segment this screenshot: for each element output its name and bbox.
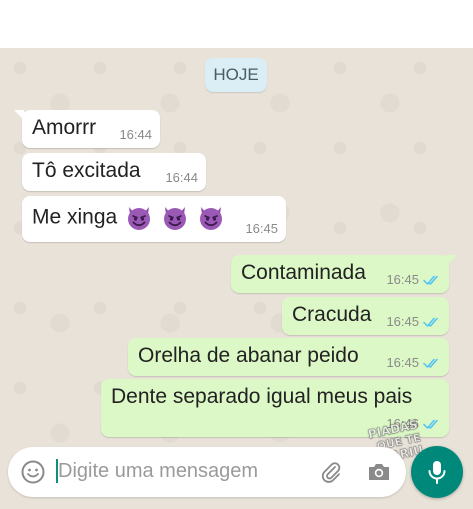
smiling-devil-emoji — [199, 207, 222, 230]
camera-icon[interactable] — [366, 459, 392, 485]
message-meta: 16:44 — [119, 127, 152, 142]
message-bubble-incoming[interactable]: Me xinga 16:45 — [22, 196, 286, 242]
message-time: 16:45 — [386, 272, 419, 287]
message-text: Amorrr — [32, 116, 97, 139]
message-text: Cracuda — [292, 303, 372, 326]
message-meta: 16:45 — [386, 314, 441, 329]
message-time: 16:45 — [386, 314, 419, 329]
message-time: 16:45 — [245, 221, 278, 236]
message-text: Contaminada — [241, 261, 366, 284]
message-meta: 16:45 — [245, 221, 278, 236]
message-text-row: Me xinga — [32, 204, 225, 232]
message-bubble-outgoing[interactable]: Contaminada 16:45 — [231, 255, 457, 293]
message-text: Tô excitada — [32, 159, 141, 182]
message-bubble-incoming[interactable]: Amorrr 16:44 — [14, 110, 160, 148]
microphone-icon — [428, 461, 446, 484]
message-bubble-outgoing[interactable]: Orelha de abanar peido 16:45 — [128, 338, 449, 376]
message-text: Dente separado igual meus pais — [111, 385, 413, 408]
bubble-tail — [14, 110, 24, 120]
mic-button[interactable] — [411, 446, 463, 498]
message-input-placeholder[interactable]: Digite uma mensagem — [58, 460, 258, 483]
message-time: 16:44 — [119, 127, 152, 142]
bubble-tail — [447, 255, 457, 265]
date-chip: HOJE — [205, 58, 267, 92]
emoji-icon[interactable] — [20, 459, 46, 485]
double-check-icon — [423, 317, 438, 327]
paperclip-icon[interactable] — [318, 459, 344, 485]
double-check-icon — [423, 358, 438, 368]
message-time: 16:44 — [165, 170, 198, 185]
message-bubble-outgoing[interactable]: Cracuda 16:45 — [282, 297, 449, 335]
message-meta: 16:44 — [165, 170, 198, 185]
message-input-bar[interactable]: Digite uma mensagem — [8, 447, 406, 497]
message-text: Me xinga — [32, 205, 118, 229]
message-text: Orelha de abanar peido — [138, 344, 359, 367]
double-check-icon — [423, 275, 438, 285]
smiling-devil-emoji — [128, 207, 151, 230]
smiling-devil-emoji — [163, 207, 186, 230]
message-time: 16:45 — [386, 355, 419, 370]
message-meta: 16:45 — [386, 272, 441, 287]
message-meta: 16:45 — [386, 355, 441, 370]
message-bubble-incoming[interactable]: Tô excitada 16:44 — [22, 153, 206, 191]
